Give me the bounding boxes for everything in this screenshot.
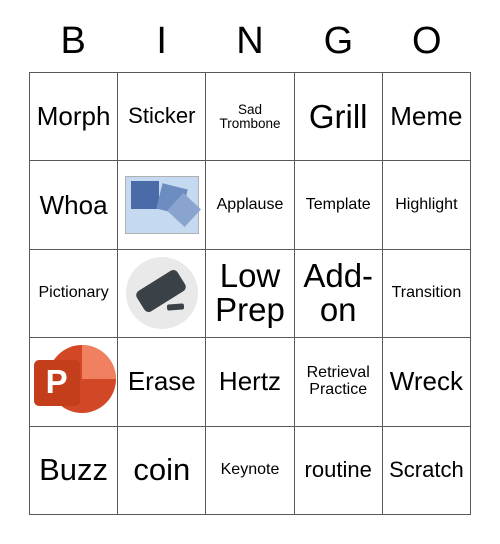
bingo-cell-r2c3[interactable]: Applause	[206, 161, 295, 250]
square-shape-1	[130, 181, 159, 210]
bingo-cell-r2c2[interactable]	[118, 161, 207, 250]
bingo-cell-r4c5[interactable]: Wreck	[382, 338, 471, 427]
bingo-cell-r5c5[interactable]: Scratch	[382, 426, 471, 515]
powerpoint-tile-shape: P	[33, 359, 80, 406]
bingo-cell-r3c1[interactable]: Pictionary	[30, 249, 119, 339]
bingo-cell-r4c1[interactable]: P	[30, 338, 119, 427]
bingo-cell-r1c4[interactable]: Grill	[294, 73, 383, 162]
bingo-cell-label: Buzz	[39, 452, 109, 488]
bingo-cell-label: Grill	[308, 97, 368, 135]
bingo-cell-r5c4[interactable]: routine	[294, 426, 383, 515]
eraser-icon	[125, 257, 198, 330]
bingo-cell-label: Hertz	[218, 366, 282, 397]
bingo-cell-label: Meme	[390, 101, 463, 132]
bingo-cell-r4c2[interactable]: Erase	[118, 338, 207, 427]
bingo-cell-r4c4[interactable]: Retrieval Practice	[294, 338, 383, 427]
bingo-cell-label: Wreck	[389, 366, 463, 397]
bingo-cell-r2c5[interactable]: Highlight	[382, 161, 471, 250]
bingo-cell-r3c3[interactable]: Low Prep	[206, 249, 295, 339]
bingo-cell-r3c5[interactable]: Transition	[382, 249, 471, 339]
bingo-cell-r3c2[interactable]	[118, 249, 207, 339]
powerpoint-letter: P	[45, 363, 68, 401]
bingo-header-letter-g: G	[323, 20, 354, 62]
bingo-cell-label: Low Prep	[215, 257, 285, 329]
bingo-cell-label: Erase	[127, 366, 196, 397]
bingo-header-letter-i: I	[156, 20, 167, 62]
bingo-card: B I N G O Morph Sticker Sad Trombone Gri…	[29, 10, 471, 515]
bingo-cell-label: Highlight	[395, 195, 458, 213]
powerpoint-highlight-quadrant	[81, 344, 116, 379]
bingo-cell-label: Add-on	[303, 257, 374, 329]
bingo-header-row: B I N G O	[29, 10, 471, 72]
cascading-squares-image	[124, 176, 201, 235]
bingo-header-letter-n: N	[236, 20, 264, 62]
bingo-cell-r5c2[interactable]: coin	[118, 426, 207, 515]
bingo-cell-r5c3[interactable]: Keynote	[206, 426, 295, 515]
bingo-header-letter-b: B	[60, 20, 86, 62]
bingo-cell-label: coin	[133, 452, 191, 488]
bingo-grid: Morph Sticker Sad Trombone Grill Meme Wh…	[29, 72, 471, 515]
bingo-cell-r1c1[interactable]: Morph	[30, 73, 119, 162]
bingo-cell-label: Keynote	[220, 460, 280, 478]
bingo-cell-r2c4[interactable]: Template	[294, 161, 383, 250]
bingo-cell-r4c3[interactable]: Hertz	[206, 338, 295, 427]
bingo-cell-label: Pictionary	[38, 284, 109, 302]
bingo-cell-r3c4[interactable]: Add-on	[294, 249, 383, 339]
bingo-cell-label: Sticker	[128, 103, 196, 129]
bingo-cell-label: Sad Trombone	[219, 101, 281, 131]
bingo-cell-label: Morph	[36, 101, 111, 132]
bingo-cell-label: Transition	[391, 284, 462, 302]
bingo-cell-label: Retrieval Practice	[306, 364, 370, 398]
bingo-cell-r5c1[interactable]: Buzz	[30, 426, 119, 515]
bingo-cell-r1c3[interactable]: Sad Trombone	[206, 73, 295, 162]
bingo-header-letter-o: O	[412, 20, 442, 62]
bingo-cell-label: Applause	[216, 195, 284, 213]
eraser-dash-shape	[166, 303, 184, 312]
bingo-cell-label: Whoa	[39, 189, 108, 220]
bingo-cell-r2c1[interactable]: Whoa	[30, 161, 119, 250]
bingo-cell-r1c2[interactable]: Sticker	[118, 73, 207, 162]
bingo-cell-label: routine	[304, 456, 372, 482]
bingo-cell-label: Template	[305, 195, 371, 213]
bingo-cell-label: Scratch	[389, 456, 464, 482]
bingo-cell-r1c5[interactable]: Meme	[382, 73, 471, 162]
powerpoint-icon: P	[33, 342, 116, 422]
